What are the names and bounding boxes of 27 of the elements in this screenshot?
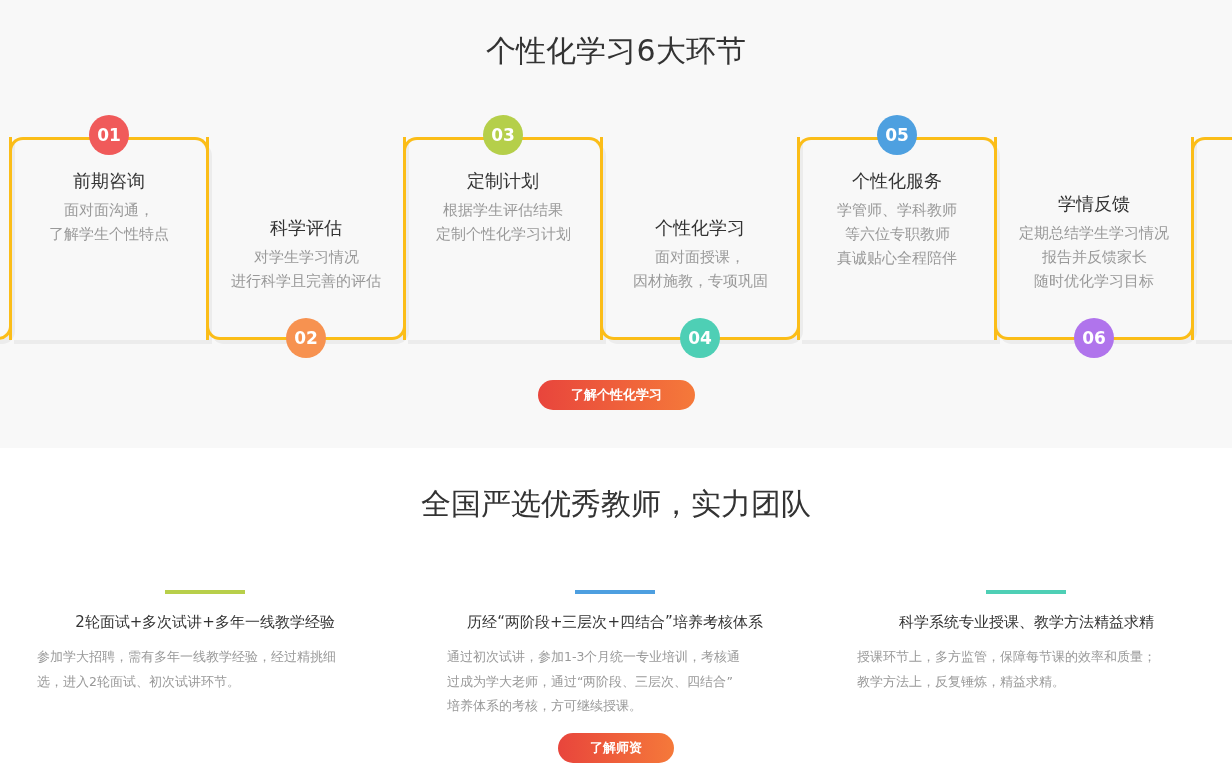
step-description: 面对面授课， 因材施教，专项巩固 [632,247,768,292]
step-number-badge: 05 [877,115,917,155]
step-description: 定期总结学生学习情况 报告并反馈家长 随时优化学习目标 [1019,223,1169,292]
step-title: 个性化学习 [655,216,745,240]
step-number-badge: 02 [286,318,326,358]
feature-description: 通过初次试讲，参加1-3个月统一专业培训，考核通 过成为学大老师，通过“两阶段、三层次、四结合” 培养体系的考核，方可继续授课。 [446,648,741,715]
feature-title: 2轮面试+多次试讲+多年一线教学经验 [75,612,335,633]
step-title: 个性化服务 [852,169,942,193]
step-title: 定制计划 [467,169,539,193]
feature-description: 授课环节上，多方监管，保障每节课的效率和质量； 教学方法上，反复锤炼，精益求精。 [856,648,1156,691]
section-title: 个性化学习6大环节 [485,32,747,70]
teachers-button[interactable]: 了解师资 [558,732,674,763]
step-number-badge: 01 [89,115,129,155]
step-title: 前期咨询 [73,169,145,193]
step-number-badge: 06 [1074,318,1114,358]
step-number-badge: 04 [680,318,720,358]
step-description: 根据学生评估结果 定制个性化学习计划 [435,200,571,245]
feature-title: 科学系统专业授课、教学方法精益求精 [898,612,1154,633]
step-number-badge: 03 [483,115,523,155]
step-description: 对学生学习情况 进行科学且完善的评估 [231,247,381,292]
step-description: 面对面沟通， 了解学生个性特点 [49,200,169,245]
step-title: 科学评估 [270,216,342,240]
section-title: 全国严选优秀教师，实力团队 [420,485,812,523]
step-description: 学管师、学科教师 等六位专职教师 真诚贴心全程陪伴 [837,200,957,269]
step-title: 学情反馈 [1058,192,1130,216]
feature-title: 历经“两阶段+三层次+四结合”培养考核体系 [467,612,763,633]
learn-more-button[interactable]: 了解个性化学习 [537,380,695,410]
